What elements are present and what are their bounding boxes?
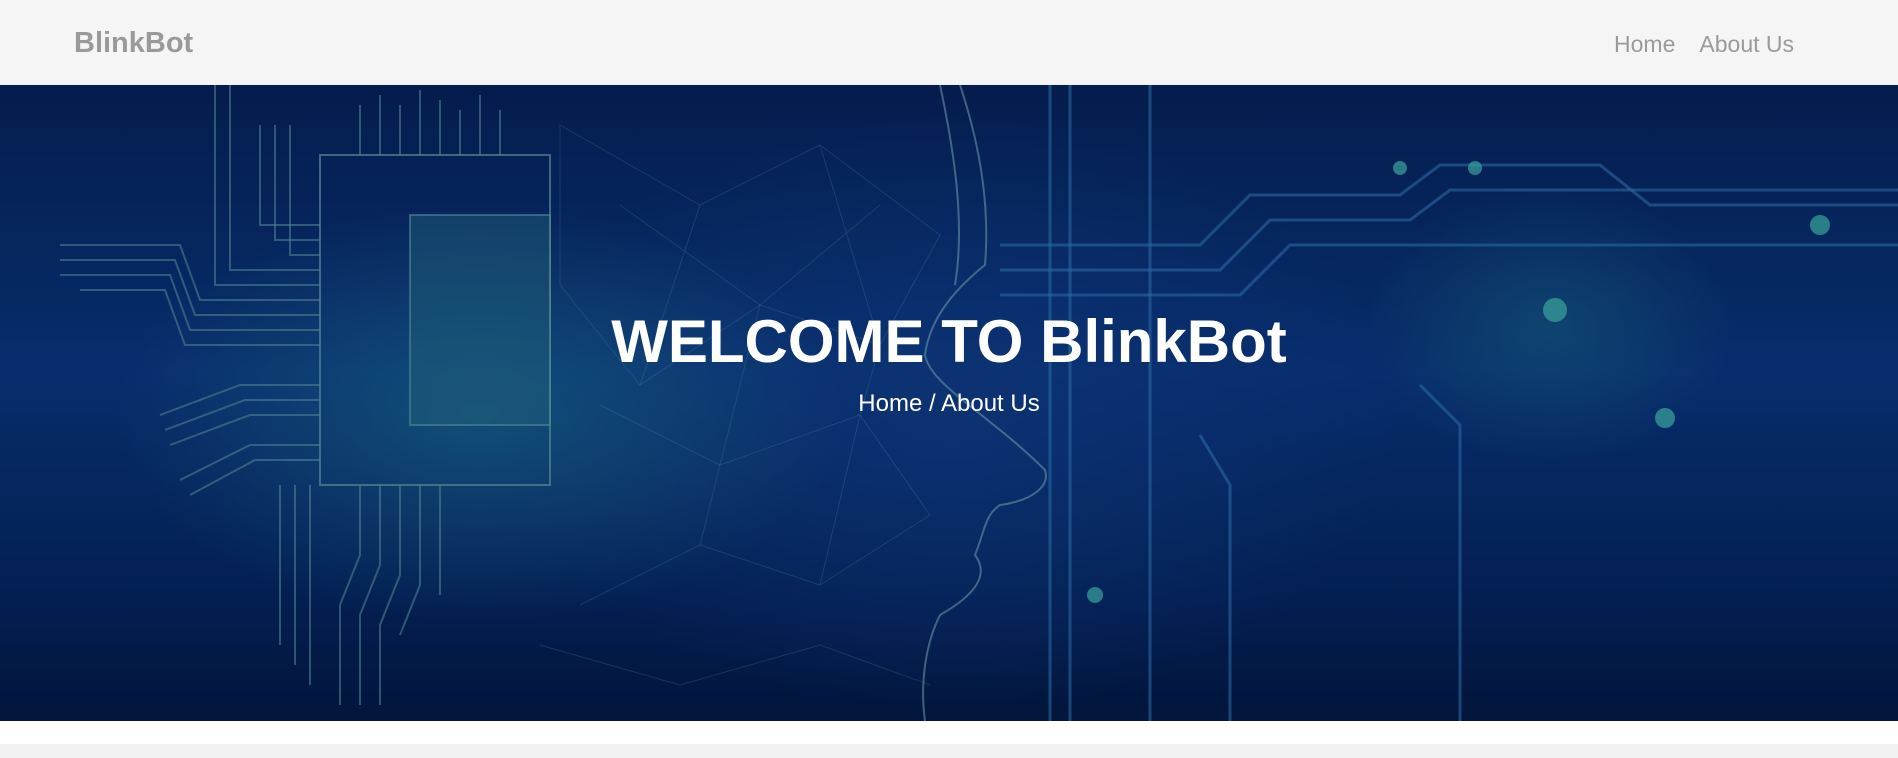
hero-banner: WELCOME TO BlinkBot Home / About Us [0,85,1898,721]
nav-links: Home About Us [1614,28,1794,60]
breadcrumb-home-link[interactable]: Home [858,390,922,417]
top-navbar: BlinkBot Home About Us [0,0,1898,85]
breadcrumb-current: About Us [941,390,1040,417]
hero-content: WELCOME TO BlinkBot Home / About Us [0,85,1898,721]
nav-link-home[interactable]: Home [1614,28,1675,60]
breadcrumb-separator: / [928,390,941,417]
hero-title: WELCOME TO BlinkBot [611,308,1287,375]
section-divider [0,744,1898,758]
brand-logo[interactable]: BlinkBot [74,25,193,61]
breadcrumb: Home / About Us [0,388,1898,420]
nav-link-about-us[interactable]: About Us [1699,28,1794,60]
